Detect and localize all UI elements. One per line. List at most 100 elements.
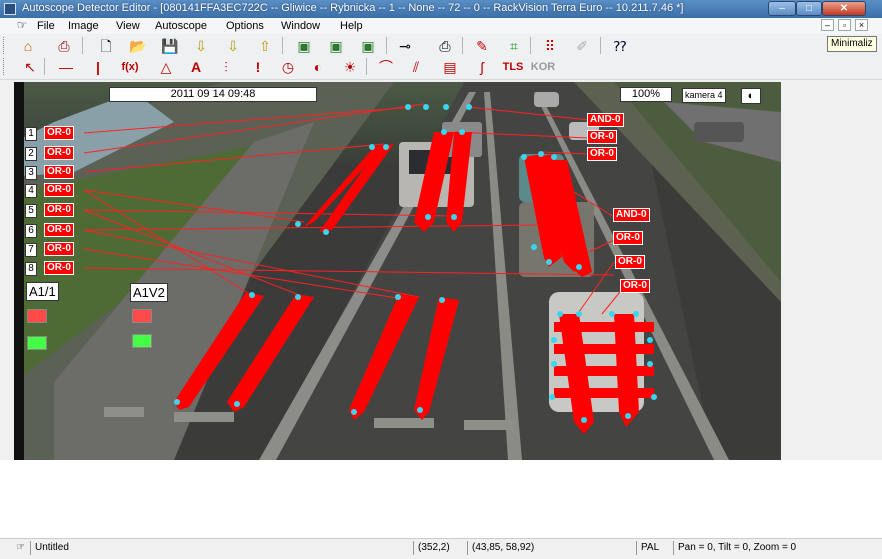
triangle-icon[interactable]: △ [154, 57, 178, 77]
bars-icon[interactable]: ⫶ [214, 57, 238, 77]
coordinates: (43,85, 58,92) [467, 541, 637, 555]
image-export-icon[interactable]: ▣ [356, 36, 380, 56]
vertical-line-icon[interactable]: | [86, 57, 110, 77]
menu-help[interactable]: Help [340, 19, 363, 33]
toolbar-grip[interactable] [3, 58, 7, 75]
or-function-label[interactable]: OR-0 [44, 242, 74, 256]
detector-number: 1 [25, 127, 37, 141]
status-indicator-green [132, 334, 152, 348]
detector-number: 7 [25, 243, 37, 257]
ptz-status: Pan = 0, Tilt = 0, Zoom = 0 [673, 541, 878, 555]
or-function-label[interactable]: OR-0 [44, 126, 74, 140]
menu-view[interactable]: View [116, 19, 140, 33]
or-function-label[interactable]: OR-0 [587, 130, 617, 144]
detector-number: 6 [25, 224, 37, 238]
mdi-restore-button[interactable]: ▫ [838, 19, 851, 31]
or-function-label[interactable]: OR-0 [620, 279, 650, 293]
rainbow-icon[interactable]: ⌒ [374, 57, 398, 77]
or-function-label[interactable]: OR-0 [44, 223, 74, 237]
toolbar-grip[interactable] [3, 37, 7, 54]
detector-number: 4 [25, 184, 37, 198]
timestamp-overlay: 2011 09 14 09:48 [109, 87, 317, 102]
download-alt-icon[interactable]: ⇩ [221, 36, 245, 56]
horizontal-line-icon[interactable]: — [54, 57, 78, 77]
probe-icon[interactable]: ⊸ [393, 36, 417, 56]
clock-icon[interactable]: ◷ [276, 57, 300, 77]
or-function-label[interactable]: OR-0 [613, 231, 643, 245]
toolbar-separator [366, 58, 367, 75]
detector-number: 2 [25, 147, 37, 161]
image-save-icon[interactable]: ▣ [324, 36, 348, 56]
detector-overlay[interactable] [14, 82, 781, 460]
toolbar-separator [386, 37, 387, 54]
detector-number: 3 [25, 166, 37, 180]
new-file-icon[interactable]: 🗋 [94, 36, 118, 56]
pixel-position: (352,2) [413, 541, 468, 555]
stripes-icon[interactable]: ⫽ [404, 57, 428, 77]
print-icon[interactable]: ⎙ [433, 36, 457, 56]
text-a-icon[interactable]: A [184, 57, 208, 77]
toolbar-separator [530, 37, 531, 54]
open-folder-icon[interactable]: 📂 [126, 36, 150, 56]
status-indicator-red [27, 309, 47, 323]
save-icon[interactable]: 💾 [158, 36, 182, 56]
document-name: Untitled [30, 541, 405, 555]
or-function-label[interactable]: OR-0 [44, 203, 74, 217]
pointer-icon[interactable]: ↖ [18, 57, 42, 77]
close-button[interactable]: ✕ [822, 1, 866, 16]
pipe-icon[interactable]: ʃ [470, 57, 494, 77]
or-function-label[interactable]: OR-0 [44, 146, 74, 160]
mdi-minimize-button[interactable]: – [821, 19, 834, 31]
detector-number: 8 [25, 262, 37, 276]
camera-name: kamera 4 [682, 88, 726, 103]
document-window-icon[interactable]: ☞ [14, 19, 30, 32]
tls-button[interactable]: TLS [498, 57, 528, 77]
tooltip: Minimaliz [827, 36, 877, 52]
menu-autoscope[interactable]: Autoscope [155, 19, 207, 33]
dots-icon[interactable]: ⠿ [538, 36, 562, 56]
window-title: Autoscope Detector Editor - [080141FFA3E… [22, 2, 684, 14]
status-indicator-red [132, 309, 152, 323]
group-label-a1v2[interactable]: A1V2 [130, 283, 168, 302]
minimize-button[interactable]: – [768, 1, 796, 16]
camera-icon[interactable]: ⎙ [52, 36, 76, 56]
menu-image[interactable]: Image [68, 19, 99, 33]
pencil-icon[interactable]: ✎ [470, 36, 494, 56]
function-icon[interactable]: f(x) [118, 57, 142, 77]
upload-icon[interactable]: ⇧ [253, 36, 277, 56]
or-function-label[interactable]: OR-0 [587, 147, 617, 161]
grid-icon[interactable]: ⌗ [502, 36, 526, 56]
mdi-close-button[interactable]: × [855, 19, 868, 31]
app-icon[interactable] [4, 3, 16, 15]
kor-button: KOR [530, 61, 556, 73]
menu-file[interactable]: File [37, 19, 55, 33]
camera-view[interactable]: 2011 09 14 09:48 100% kamera 4 ◐ 1 OR-0 … [14, 82, 781, 460]
document-icon: ☞ [16, 542, 25, 553]
home-icon[interactable]: ⌂ [16, 36, 40, 56]
toolbar-separator [462, 37, 463, 54]
halfcircle-icon[interactable]: ◐ [306, 57, 330, 77]
or-function-label[interactable]: OR-0 [44, 183, 74, 197]
status-indicator-green [27, 336, 47, 350]
help-icon[interactable]: ⁇ [608, 36, 632, 56]
or-function-label[interactable]: OR-0 [615, 255, 645, 269]
menu-options[interactable]: Options [226, 19, 264, 33]
toolbar-separator [82, 37, 83, 54]
menu-window[interactable]: Window [281, 19, 320, 33]
group-label-a1-1[interactable]: A1/1 [26, 282, 59, 301]
toolbar-separator [44, 58, 45, 75]
status-bar: ☞ Untitled (352,2) (43,85, 58,92) PAL Pa… [0, 538, 882, 559]
maximize-button[interactable]: □ [796, 1, 822, 16]
and-function-label[interactable]: AND-0 [587, 113, 624, 127]
disabled-edit-icon: ✐ [576, 38, 588, 54]
or-function-label[interactable]: OR-0 [44, 165, 74, 179]
exclamation-icon[interactable]: ! [246, 57, 270, 77]
label-icon[interactable]: ▤ [438, 57, 462, 77]
and-function-label[interactable]: AND-0 [613, 208, 650, 222]
camera-contrast-icon[interactable]: ◐ [741, 88, 761, 104]
image-window-icon[interactable]: ▣ [292, 36, 316, 56]
or-function-label[interactable]: OR-0 [44, 261, 74, 275]
download-icon[interactable]: ⇩ [189, 36, 213, 56]
sun-icon[interactable]: ☀ [338, 57, 362, 77]
toolbar-separator [282, 37, 283, 54]
